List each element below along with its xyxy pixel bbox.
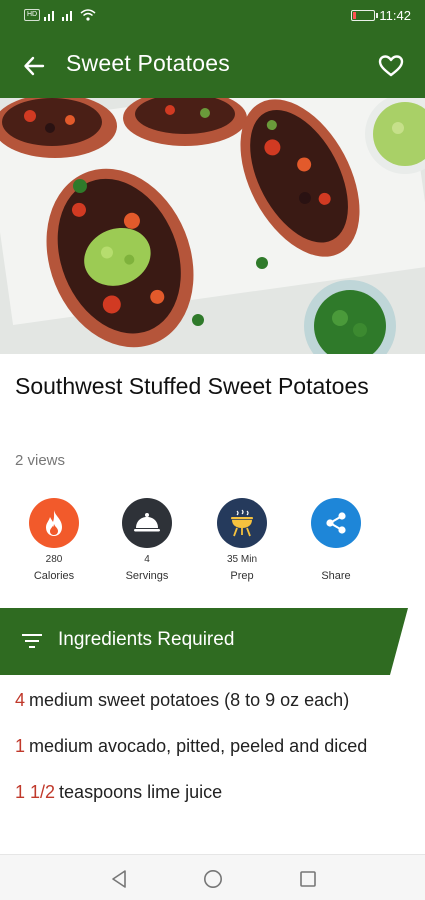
signal-icon-2 xyxy=(62,11,73,21)
grill-icon xyxy=(231,509,253,537)
battery-icon xyxy=(351,10,379,21)
page-title: Sweet Potatoes xyxy=(66,50,230,76)
nav-recents-button[interactable] xyxy=(296,867,320,891)
triangle-back-icon xyxy=(112,870,126,888)
prep-label: Prep xyxy=(230,570,254,582)
status-right: 11:42 xyxy=(351,8,411,23)
app-bar: Sweet Potatoes xyxy=(0,32,425,98)
servings-label: Servings xyxy=(125,570,169,582)
stat-servings: 4 Servings xyxy=(102,498,192,582)
recipe-hero-image xyxy=(0,98,425,354)
recipe-stats: 280 Calories 4 Servings 35 Min Prep Shar… xyxy=(0,498,425,594)
servings-value: 4 xyxy=(144,554,150,565)
circle-home-icon xyxy=(204,870,222,888)
ingredients-header: Ingredients Required xyxy=(0,608,425,675)
sort-list-icon xyxy=(22,634,42,648)
ingredient-list: 4 medium sweet potatoes (8 to 9 oz each) … xyxy=(15,686,410,824)
clock: 11:42 xyxy=(379,8,411,23)
prep-value: 35 Min xyxy=(226,554,257,565)
calories-badge xyxy=(29,498,79,548)
nav-back-button[interactable] xyxy=(107,867,131,891)
share-badge[interactable] xyxy=(311,498,361,548)
ingredient-text: teaspoons lime juice xyxy=(59,782,223,802)
favorite-button[interactable] xyxy=(375,50,407,82)
ingredient-qty: 1 xyxy=(15,736,26,756)
signal-icon xyxy=(44,11,55,21)
stat-calories: 280 Calories xyxy=(9,498,99,582)
share-icon xyxy=(326,512,346,534)
share-button[interactable]: Share xyxy=(291,498,381,582)
share-value xyxy=(291,554,381,566)
hd-badge: HD xyxy=(24,9,41,21)
ingredients-title: Ingredients Required xyxy=(58,629,235,650)
ingredient-text: medium sweet potatoes (8 to 9 oz each) xyxy=(29,690,350,710)
status-bar: HD 11:42 xyxy=(0,0,425,32)
share-label: Share xyxy=(321,570,351,582)
view-count: 2 views xyxy=(15,452,66,469)
calories-label: Calories xyxy=(33,570,75,582)
status-left: HD xyxy=(24,9,96,21)
recipe-title: Southwest Stuffed Sweet Potatoes xyxy=(15,373,369,399)
wifi-icon xyxy=(80,9,96,21)
square-recents-icon xyxy=(300,871,316,887)
nav-home-button[interactable] xyxy=(201,867,225,891)
stat-prep: 35 Min Prep xyxy=(197,498,287,582)
ingredient-item: 1 1/2 teaspoons lime juice xyxy=(15,778,410,806)
heart-outline-icon xyxy=(378,55,404,77)
calories-value: 280 xyxy=(45,554,63,565)
system-nav-bar xyxy=(0,854,425,900)
back-button[interactable] xyxy=(18,50,50,82)
ingredient-item: 4 medium sweet potatoes (8 to 9 oz each) xyxy=(15,686,410,714)
ingredient-qty: 4 xyxy=(15,690,26,710)
ingredient-text: medium avocado, pitted, peeled and diced xyxy=(29,736,368,756)
servings-badge xyxy=(122,498,172,548)
serving-dish-icon xyxy=(134,513,160,532)
ingredient-qty: 1 1/2 xyxy=(15,782,56,802)
ingredient-item: 1 medium avocado, pitted, peeled and dice… xyxy=(15,732,410,760)
prep-badge xyxy=(217,498,267,548)
arrow-back-icon xyxy=(24,56,45,76)
flame-icon xyxy=(46,510,62,536)
